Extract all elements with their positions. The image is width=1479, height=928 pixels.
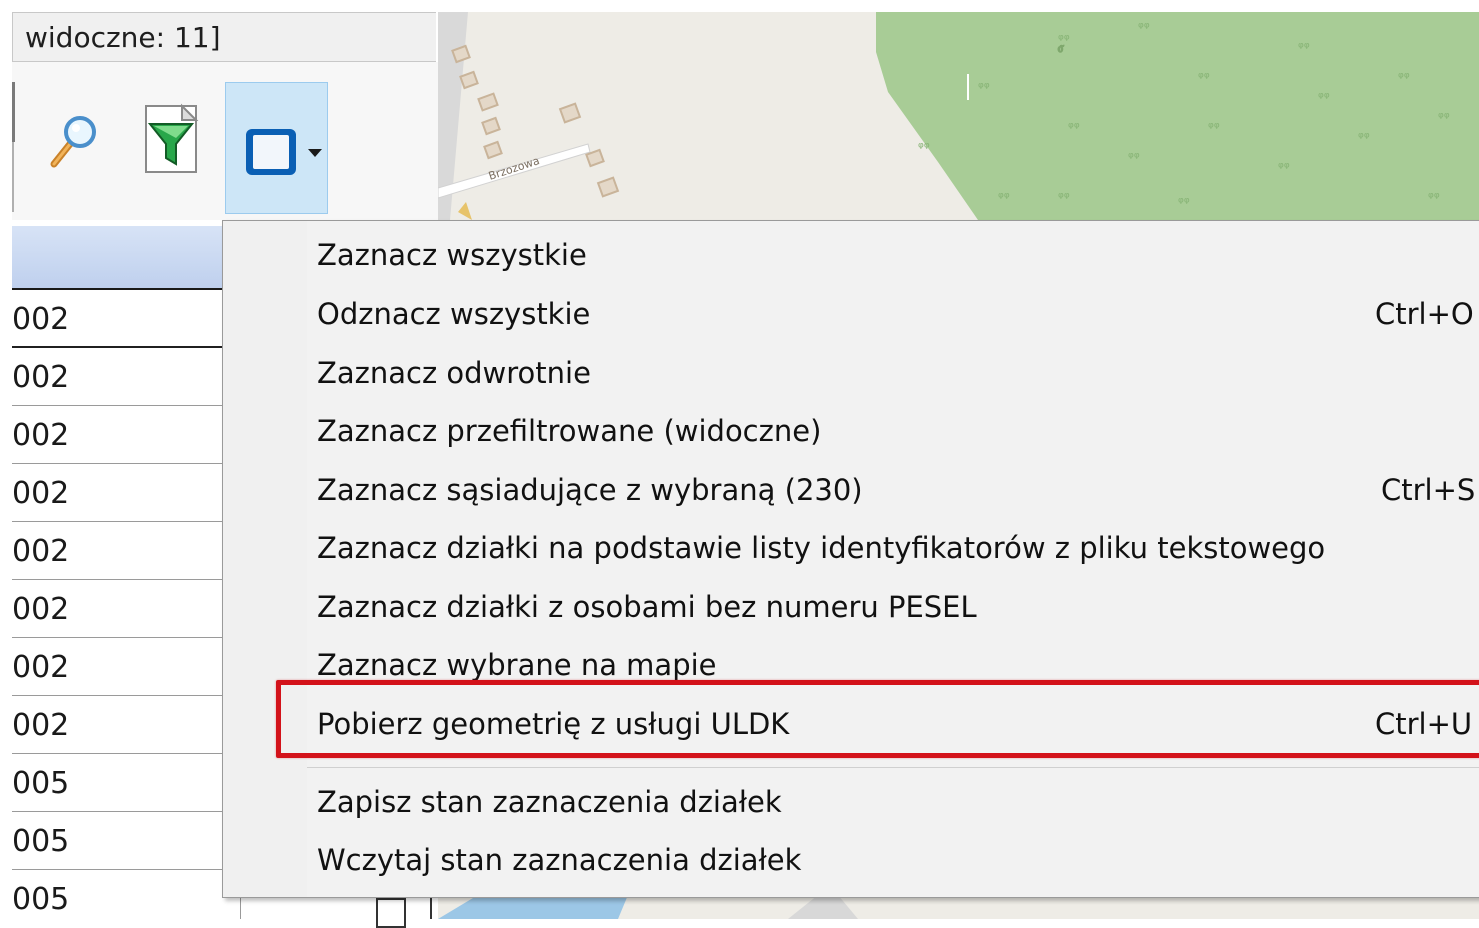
row-value: 002 — [12, 360, 70, 395]
grid-divider — [430, 898, 432, 919]
table-row[interactable]: 002 — [12, 638, 224, 696]
svg-text:ᵠᵠ: ᵠᵠ — [918, 140, 930, 156]
svg-text:ᵠᵠ: ᵠᵠ — [1068, 120, 1080, 136]
menu-item-save-selection[interactable]: Zapisz stan zaznaczenia działek — [307, 774, 1479, 832]
menu-item-shortcut: Ctrl+O — [1375, 297, 1474, 331]
menu-item-label: Zapisz stan zaznaczenia działek — [317, 785, 782, 819]
context-menu: Zaznacz wszystkie Odznacz wszystkie Ctrl… — [222, 220, 1479, 898]
magnifier-icon — [50, 116, 96, 168]
menu-item-label: Wczytaj stan zaznaczenia działek — [317, 843, 802, 877]
svg-text:ᵠᵠ: ᵠᵠ — [1278, 160, 1290, 176]
menu-item-select-neighbours[interactable]: Zaznacz sąsiadujące z wybraną (230) Ctrl… — [307, 462, 1479, 520]
menu-separator — [307, 767, 1479, 768]
table-row[interactable]: 005 — [12, 812, 224, 870]
dropdown-arrow-icon — [308, 149, 322, 157]
menu-item-select-without-pesel[interactable]: Zaznacz działki z osobami bez numeru PES… — [307, 579, 1479, 637]
svg-text:ᵠᵠ: ᵠᵠ — [1128, 150, 1140, 166]
grid-cell[interactable] — [240, 898, 361, 919]
menu-item-label: Zaznacz odwrotnie — [317, 356, 591, 390]
svg-text:ᵠᵠ: ᵠᵠ — [1208, 120, 1220, 136]
menu-item-label: Zaznacz sąsiadujące z wybraną (230) — [317, 473, 863, 507]
table-row[interactable]: 002 — [12, 580, 224, 638]
grid-column-header[interactable] — [12, 226, 224, 290]
menu-item-label: Zaznacz działki na podstawie listy ident… — [317, 531, 1326, 565]
svg-text:ᵠᵠ: ᵠᵠ — [1358, 130, 1370, 146]
row-value: 002 — [12, 476, 70, 511]
filter-icon — [145, 103, 199, 173]
svg-text:ᵠᵠ: ᵠᵠ — [1438, 110, 1450, 126]
row-value: 002 — [12, 592, 70, 627]
map-canvas: Brzozowa ⳝ ᵠᵠᵠᵠᵠᵠ ᵠᵠᵠᵠᵠᵠ ᵠᵠᵠᵠᵠᵠ ᵠᵠᵠᵠᵠᵠ ᵠ… — [438, 12, 1479, 220]
menu-item-label: Zaznacz działki z osobami bez numeru PES… — [317, 590, 977, 624]
map-view[interactable]: Brzozowa ⳝ ᵠᵠ ᵠᵠ ᵠᵠ ᵠᵠ ᵠᵠ ᵠᵠ ᵠᵠ ᵠᵠ ᵠᵠ ᵠᵠ ᵠᵠ ᵠᵠ ᵠ… — [438, 12, 1479, 220]
menu-item-select-filtered[interactable]: Zaznacz przefiltrowane (widoczne) — [307, 403, 1479, 461]
svg-text:ᵠᵠ: ᵠᵠ — [998, 190, 1010, 206]
menu-item-label: Zaznacz wszystkie — [317, 238, 587, 272]
selection-dropdown-button[interactable] — [225, 82, 328, 214]
svg-text:ᵠᵠ: ᵠᵠ — [978, 80, 990, 96]
toolbar-edge — [12, 82, 15, 142]
menu-item-invert-selection[interactable]: Zaznacz odwrotnie — [307, 345, 1479, 403]
menu-icon-gutter — [223, 221, 307, 897]
row-value: 002 — [12, 650, 70, 685]
table-row[interactable]: 002 — [12, 290, 224, 348]
street-label: Brzozowa — [487, 154, 541, 183]
svg-text:ᵠᵠ: ᵠᵠ — [1318, 90, 1330, 106]
svg-text:ᵠᵠ: ᵠᵠ — [1058, 190, 1070, 206]
table-row[interactable]: 005 — [12, 870, 224, 928]
filter-button[interactable] — [142, 102, 208, 178]
map-canvas-bottom — [438, 895, 858, 919]
svg-text:ᵠᵠ: ᵠᵠ — [1058, 32, 1070, 48]
menu-item-label: Odznacz wszystkie — [317, 297, 591, 331]
menu-item-load-selection[interactable]: Wczytaj stan zaznaczenia działek — [307, 832, 1479, 890]
table-row[interactable]: 002 — [12, 522, 224, 580]
svg-text:ᵠᵠ: ᵠᵠ — [1178, 195, 1190, 211]
search-button[interactable] — [44, 106, 104, 176]
table-row[interactable]: 002 — [12, 406, 224, 464]
row-value: 005 — [12, 882, 70, 917]
table-row[interactable]: 002 — [12, 464, 224, 522]
toolbar — [12, 62, 438, 220]
menu-item-label: Zaznacz wybrane na mapie — [317, 648, 717, 682]
menu-item-label: Zaznacz przefiltrowane (widoczne) — [317, 414, 822, 448]
annotation-highlight-box — [276, 680, 1479, 758]
menu-item-select-all[interactable]: Zaznacz wszystkie — [307, 227, 1479, 285]
row-checkbox[interactable] — [376, 898, 406, 928]
table-row[interactable]: 005 — [12, 754, 224, 812]
row-value: 005 — [12, 824, 70, 859]
table-row[interactable]: 002 — [12, 696, 224, 754]
row-value: 002 — [12, 418, 70, 453]
svg-text:ᵠᵠ: ᵠᵠ — [1398, 70, 1410, 86]
map-view-bottom[interactable] — [438, 895, 1479, 919]
panel-title: widoczne: 11] — [25, 21, 221, 54]
svg-text:ᵠᵠ: ᵠᵠ — [1198, 70, 1210, 86]
row-value: 002 — [12, 708, 70, 743]
panel-title-bar: widoczne: 11] — [12, 12, 436, 62]
svg-text:ᵠᵠ: ᵠᵠ — [1138, 20, 1150, 36]
svg-text:ᵠᵠ: ᵠᵠ — [1298, 40, 1310, 56]
table-row[interactable]: 002 — [12, 348, 224, 406]
menu-item-select-from-file[interactable]: Zaznacz działki na podstawie listy ident… — [307, 520, 1479, 578]
svg-text:ᵠᵠ: ᵠᵠ — [1428, 190, 1440, 206]
row-value: 002 — [12, 302, 70, 337]
row-value: 002 — [12, 534, 70, 569]
menu-item-deselect-all[interactable]: Odznacz wszystkie Ctrl+O — [307, 286, 1479, 344]
toolbar-edge-lower — [12, 142, 14, 212]
selection-rectangle-icon — [246, 129, 296, 175]
menu-item-shortcut: Ctrl+S — [1381, 473, 1476, 507]
row-value: 005 — [12, 766, 70, 801]
